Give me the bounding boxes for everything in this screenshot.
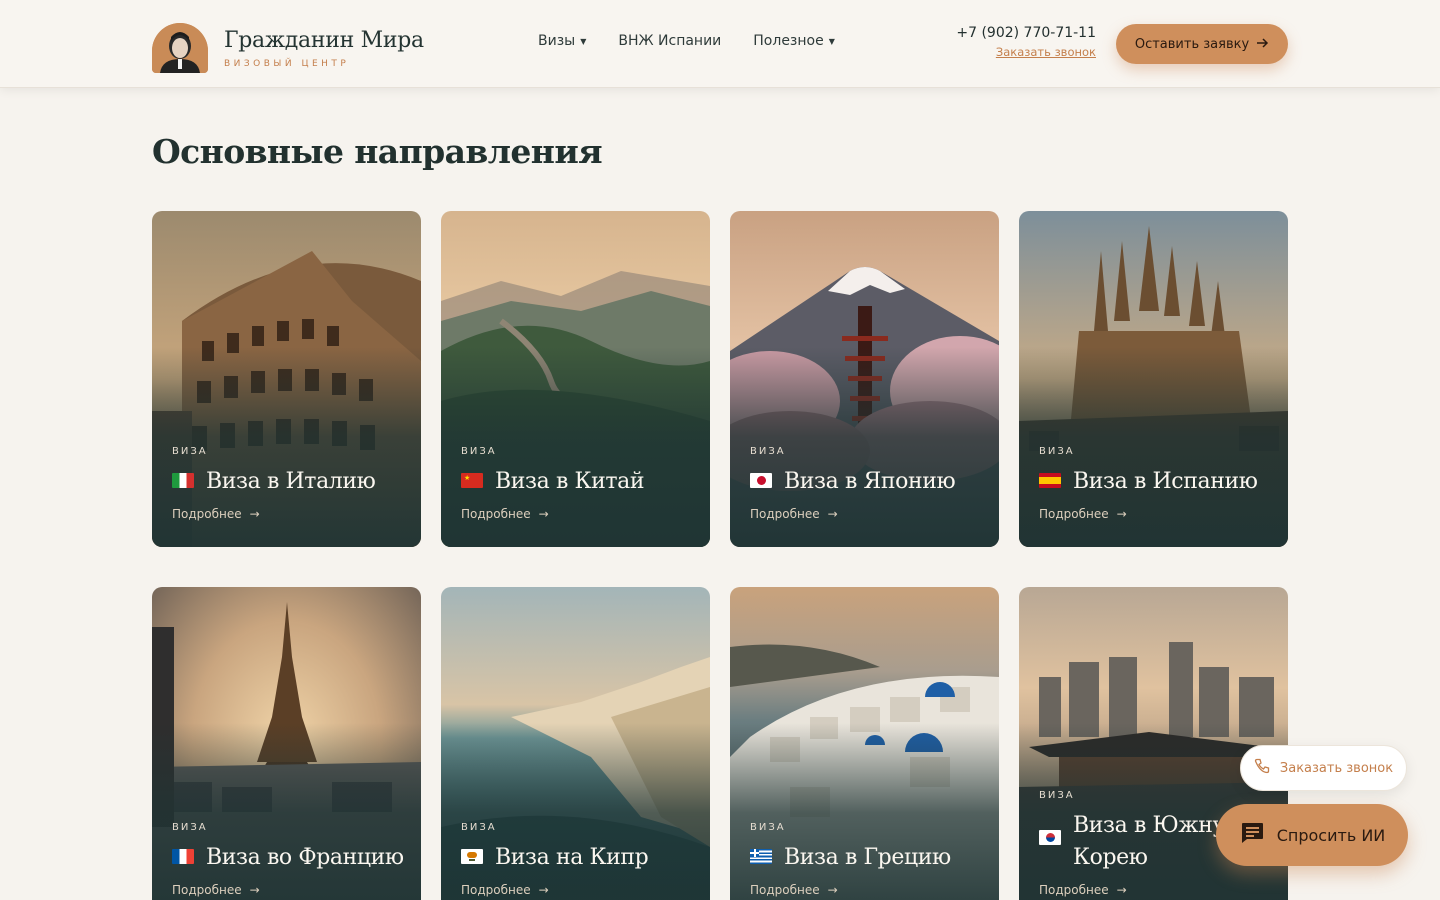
nav-item-label: Полезное bbox=[753, 33, 824, 49]
arrow-right-icon: → bbox=[827, 507, 838, 521]
logo-avatar-icon bbox=[152, 23, 208, 73]
ask-ai-button[interactable]: Спросить ИИ bbox=[1216, 804, 1408, 866]
card-content: ВИЗА Виза на Кипр Подробнее → bbox=[461, 822, 696, 897]
card-title: Виза в Грецию bbox=[784, 845, 951, 870]
korea-flag-icon bbox=[1039, 830, 1061, 845]
italy-flag-icon bbox=[172, 473, 194, 488]
destination-card-greece[interactable]: ВИЗА Виза в Грецию Подробнее → bbox=[730, 587, 999, 900]
nav-item-visas[interactable]: Визы ▼ bbox=[538, 33, 586, 49]
card-kicker: ВИЗА bbox=[1039, 446, 1075, 457]
card-content: ВИЗА Виза в Испанию Подробнее → bbox=[1039, 446, 1274, 521]
card-kicker: ВИЗА bbox=[172, 822, 208, 833]
logo-subtitle: визовый центр bbox=[224, 58, 350, 69]
card-more-link[interactable]: Подробнее → bbox=[1039, 507, 1274, 521]
arrow-right-icon: → bbox=[1116, 507, 1127, 521]
card-content: ВИЗА ★ Виза в Китай Подробнее → bbox=[461, 446, 696, 521]
card-content: ВИЗА Виза во Францию Подробнее → bbox=[172, 822, 407, 897]
arrow-right-icon: → bbox=[538, 883, 549, 897]
card-more-label: Подробнее bbox=[750, 507, 820, 521]
arrow-right-icon: → bbox=[538, 507, 549, 521]
destination-card-france[interactable]: ВИЗА Виза во Францию Подробнее → bbox=[152, 587, 421, 900]
card-content: ВИЗА Виза в Грецию Подробнее → bbox=[750, 822, 985, 897]
card-kicker: ВИЗА bbox=[172, 446, 208, 457]
floating-callback-label: Заказать звонок bbox=[1279, 760, 1394, 776]
nav-item-label: Визы bbox=[538, 33, 576, 49]
destination-card-spain[interactable]: ВИЗА Виза в Испанию Подробнее → bbox=[1019, 211, 1288, 547]
site-header: Гражданин Мира визовый центр Визы ▼ ВНЖ … bbox=[0, 0, 1440, 88]
card-more-link[interactable]: Подробнее → bbox=[461, 507, 696, 521]
card-more-link[interactable]: Подробнее → bbox=[750, 507, 985, 521]
card-title: Виза в Испанию bbox=[1073, 469, 1258, 494]
caret-down-icon: ▼ bbox=[580, 36, 587, 46]
china-flag-icon: ★ bbox=[461, 473, 483, 488]
main-nav: Визы ▼ ВНЖ Испании Полезное ▼ bbox=[538, 33, 835, 49]
phone-icon bbox=[1254, 758, 1270, 778]
card-more-label: Подробнее bbox=[1039, 883, 1109, 897]
card-more-label: Подробнее bbox=[172, 507, 242, 521]
nav-item-spain-residence[interactable]: ВНЖ Испании bbox=[618, 33, 721, 49]
cyprus-flag-icon bbox=[461, 849, 483, 864]
arrow-right-icon: → bbox=[249, 883, 260, 897]
phone-number[interactable]: +7 (902) 770-71-11 bbox=[948, 25, 1096, 41]
logo-title: Гражданин Мира bbox=[224, 27, 424, 53]
ask-ai-label: Спросить ИИ bbox=[1276, 825, 1386, 845]
cta-label: Оставить заявку bbox=[1134, 36, 1250, 52]
arrow-right-icon: → bbox=[249, 507, 260, 521]
card-kicker: ВИЗА bbox=[461, 822, 497, 833]
card-title: Виза в Японию bbox=[784, 469, 956, 494]
japan-flag-icon bbox=[750, 473, 772, 488]
card-more-link[interactable]: Подробнее → bbox=[1039, 883, 1274, 897]
card-title: Виза в Италию bbox=[206, 469, 376, 494]
chat-icon bbox=[1239, 821, 1265, 849]
arrow-right-icon bbox=[1257, 37, 1269, 52]
card-more-label: Подробнее bbox=[461, 883, 531, 897]
card-kicker: ВИЗА bbox=[750, 446, 786, 457]
arrow-right-icon: → bbox=[827, 883, 838, 897]
france-flag-icon bbox=[172, 849, 194, 864]
card-more-label: Подробнее bbox=[461, 507, 531, 521]
nav-item-useful[interactable]: Полезное ▼ bbox=[753, 33, 835, 49]
callback-link[interactable]: Заказать звонок bbox=[996, 45, 1096, 59]
card-title: Виза в Китай bbox=[495, 469, 645, 494]
destination-card-japan[interactable]: ВИЗА Виза в Японию Подробнее → bbox=[730, 211, 999, 547]
card-content: ВИЗА Виза в Италию Подробнее → bbox=[172, 446, 407, 521]
card-kicker: ВИЗА bbox=[1039, 790, 1075, 801]
floating-callback-button[interactable]: Заказать звонок bbox=[1240, 745, 1407, 791]
arrow-right-icon: → bbox=[1116, 883, 1127, 897]
caret-down-icon: ▼ bbox=[828, 36, 835, 46]
logo[interactable]: Гражданин Мира визовый центр bbox=[152, 22, 492, 74]
contact-block: +7 (902) 770-71-11 Заказать звонок bbox=[948, 25, 1096, 60]
card-more-label: Подробнее bbox=[172, 883, 242, 897]
destination-card-italy[interactable]: ВИЗА Виза в Италию Подробнее → bbox=[152, 211, 421, 547]
nav-item-label: ВНЖ Испании bbox=[618, 33, 722, 49]
card-title: Виза на Кипр bbox=[495, 845, 649, 870]
card-title: Виза во Францию bbox=[206, 845, 404, 870]
card-kicker: ВИЗА bbox=[461, 446, 497, 457]
greece-flag-icon bbox=[750, 849, 772, 864]
spain-flag-icon bbox=[1039, 473, 1061, 488]
card-more-link[interactable]: Подробнее → bbox=[172, 507, 407, 521]
card-more-link[interactable]: Подробнее → bbox=[461, 883, 696, 897]
section-title: Основные направления bbox=[152, 132, 603, 171]
card-content: ВИЗА Виза в Японию Подробнее → bbox=[750, 446, 985, 521]
destination-card-china[interactable]: ВИЗА ★ Виза в Китай Подробнее → bbox=[441, 211, 710, 547]
card-more-label: Подробнее bbox=[750, 883, 820, 897]
card-kicker: ВИЗА bbox=[750, 822, 786, 833]
submit-request-button[interactable]: Оставить заявку bbox=[1116, 24, 1288, 64]
destination-card-cyprus[interactable]: ВИЗА Виза на Кипр Подробнее → bbox=[441, 587, 710, 900]
card-more-label: Подробнее bbox=[1039, 507, 1109, 521]
card-more-link[interactable]: Подробнее → bbox=[750, 883, 985, 897]
card-more-link[interactable]: Подробнее → bbox=[172, 883, 407, 897]
